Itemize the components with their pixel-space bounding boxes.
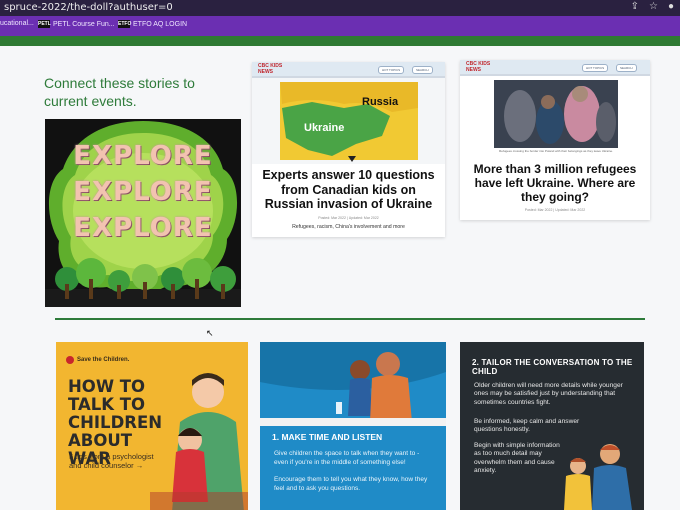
save-the-children-logo: Save the Children. xyxy=(66,356,129,364)
org-name: Save the Children. xyxy=(77,357,130,363)
tip-paragraph-1: Give children the space to talk when the… xyxy=(274,450,420,466)
bookmark-label: ETFO AQ LOGIN xyxy=(133,20,188,28)
how-to-talk-tile[interactable]: Save the Children. HOW TO TALK TO CHILDR… xyxy=(56,342,248,510)
profile-icon[interactable]: ● xyxy=(668,1,674,12)
article-title[interactable]: Experts answer 10 questions from Canadia… xyxy=(252,164,445,212)
cbc-header: CBC KIDS NEWS HOT TOPICS SEARCH xyxy=(460,60,650,76)
hot-topics-button[interactable]: HOT TOPICS xyxy=(378,66,405,74)
bookmark-etfo[interactable]: ETFO ETFO AQ LOGIN xyxy=(118,20,187,28)
news-card-refugees[interactable]: CBC KIDS NEWS HOT TOPICS SEARCH Refugees… xyxy=(460,60,650,220)
tailor-conversation-tile[interactable]: 2. TAILOR THE CONVERSATION TO THE CHILD … xyxy=(460,342,644,510)
tip-paragraph-2: Encourage them to tell you what they kno… xyxy=(274,476,428,492)
cbc-kids-news-logo: CBC KIDS NEWS xyxy=(466,61,491,73)
listening-illustration xyxy=(260,342,446,426)
bookmark-label: ucational... xyxy=(0,20,34,27)
bookmarks-bar: ucational... PETL PETL Course Fun... ETF… xyxy=(0,16,680,36)
photo-caption: Refugees crossing the border into Poland… xyxy=(499,149,613,153)
hot-topics-button[interactable]: HOT TOPICS xyxy=(582,64,609,72)
ukraine-map-image: Russia Ukraine xyxy=(252,78,445,164)
article-meta: Posted: Mar 2022 | Updated: Mar 2022 xyxy=(524,208,586,212)
tip-paragraph-1: Older children will need more details wh… xyxy=(474,382,623,406)
map-illustration xyxy=(280,82,418,162)
parent-child-talk-illustration xyxy=(564,444,632,510)
explore-word-1: EXPLORE xyxy=(73,141,213,171)
news-card-ukraine-questions[interactable]: CBC KIDS NEWS HOT TOPICS SEARCH Russia U… xyxy=(252,62,445,237)
bookmark-star-icon[interactable]: ☆ xyxy=(649,1,658,12)
tip-heading: 1. MAKE TIME AND LISTEN xyxy=(272,432,383,442)
browser-toolbar: spruce-2022/the-doll?authuser=0 ⇪ ☆ ● xyxy=(0,0,680,16)
site-header-bar xyxy=(0,36,680,46)
explore-word-3: EXPLORE xyxy=(73,213,213,243)
bookmark-petl[interactable]: PETL PETL Course Fun... xyxy=(38,20,115,28)
page-content: Connect these stories to current events.… xyxy=(0,46,680,510)
bookmark-educational[interactable]: ucational... xyxy=(0,20,34,27)
etfo-icon: ETFO xyxy=(118,20,132,28)
tip-heading: 2. TAILOR THE CONVERSATION TO THE CHILD xyxy=(472,358,633,376)
tile-subtitle: 5 tips from a psychologist and child cou… xyxy=(69,452,154,470)
mouse-cursor-icon: ↖ xyxy=(206,328,214,338)
article-meta: Posted: Mar 2022 | Updated: Mar 2022 xyxy=(318,215,379,220)
bookmark-label: PETL Course Fun... xyxy=(53,20,115,28)
address-bar[interactable]: spruce-2022/the-doll?authuser=0 xyxy=(4,2,173,13)
tip-paragraph-3: Begin with simple information as too muc… xyxy=(474,442,560,474)
section-divider xyxy=(55,318,645,320)
article-tags: Refugees, racism, China's involvement an… xyxy=(292,223,405,230)
connect-heading: Connect these stories to current events. xyxy=(44,75,195,109)
cbc-header: CBC KIDS NEWS HOT TOPICS SEARCH xyxy=(252,62,445,78)
share-icon[interactable]: ⇪ xyxy=(631,1,639,12)
article-title[interactable]: More than 3 million refugees have left U… xyxy=(460,158,650,204)
map-label-russia: Russia xyxy=(362,96,399,108)
search-button[interactable]: SEARCH xyxy=(616,64,637,72)
refugees-photo-illustration xyxy=(494,80,618,148)
explore-word-2: EXPLORE xyxy=(73,177,213,207)
browser-actions: ⇪ ☆ ● xyxy=(631,1,674,12)
parent-child-illustration xyxy=(150,373,248,510)
map-label-ukraine: Ukraine xyxy=(304,122,345,134)
search-button[interactable]: SEARCH xyxy=(412,66,433,74)
save-the-children-icon xyxy=(66,356,74,364)
make-time-tile[interactable]: 1. MAKE TIME AND LISTEN Give children th… xyxy=(260,342,446,510)
tip-paragraph-2: Be informed, keep calm and answer questi… xyxy=(474,418,580,434)
explore-image[interactable]: EXPLORE EXPLORE EXPLORE xyxy=(45,119,241,307)
cbc-kids-news-logo: CBC KIDS NEWS xyxy=(258,63,283,75)
petl-icon: PETL xyxy=(38,20,51,28)
refugees-photo: Refugees crossing the border into Poland… xyxy=(460,76,650,158)
